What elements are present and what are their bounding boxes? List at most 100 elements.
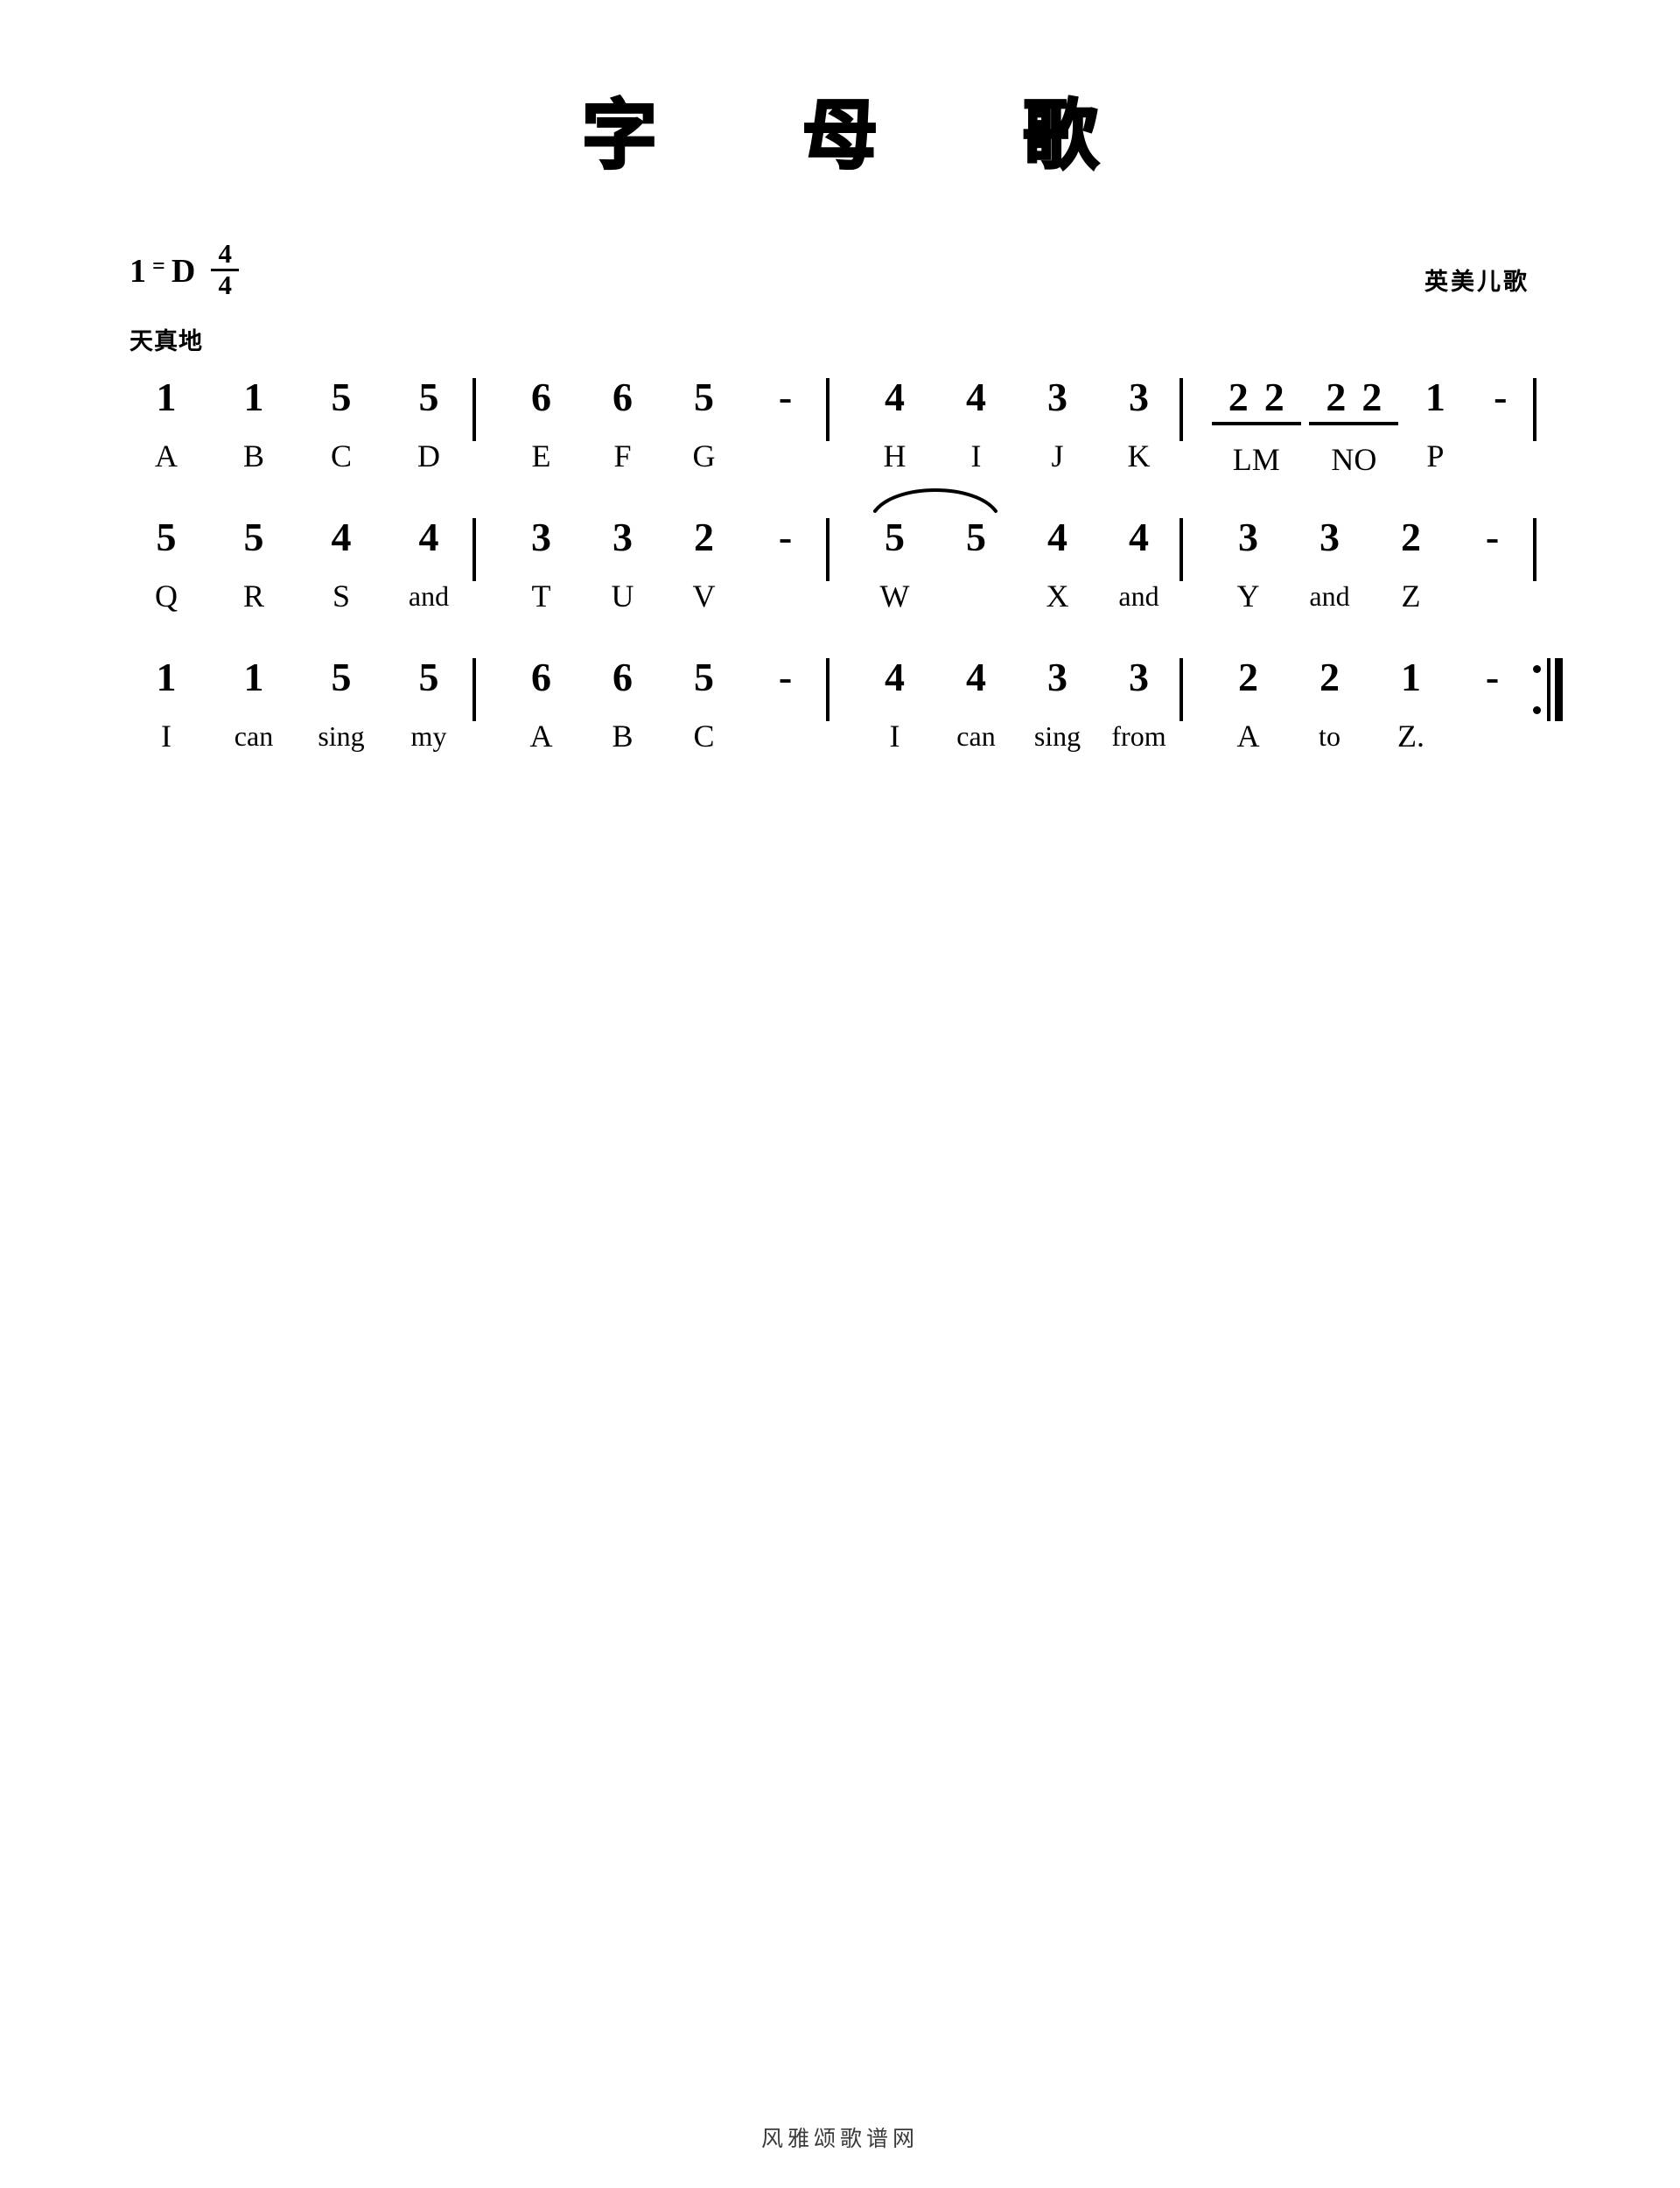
lyric-syllable: E bbox=[531, 438, 551, 473]
note-number: 2 bbox=[694, 515, 714, 559]
note-cell: 4 and bbox=[1098, 516, 1180, 613]
note-cell: 2 to bbox=[1289, 656, 1370, 753]
note-cell: 5 C bbox=[663, 655, 745, 754]
note-cell: 4 X bbox=[1017, 515, 1098, 614]
sheet-music-page: 字 母 歌 1 = D 4 4 天真地 英美儿歌 1 A 1 B 5 C 5 D… bbox=[0, 0, 1680, 2188]
lyric-syllable: X bbox=[1046, 579, 1069, 614]
note-number: 2 bbox=[1326, 375, 1347, 419]
lyric-syllable: Y bbox=[1236, 579, 1260, 614]
lyric-syllable: Z bbox=[1401, 579, 1421, 614]
note-cell: 1 B bbox=[210, 376, 298, 473]
note-cell: 4 H bbox=[854, 376, 935, 473]
measure-2-3: 5 W 5 4 X 4 and bbox=[830, 488, 1180, 614]
lyric-syllable: P bbox=[1426, 438, 1445, 473]
note-cell: 6 B bbox=[582, 656, 663, 754]
lyric-syllable: can bbox=[956, 720, 996, 752]
note-number: 4 bbox=[885, 655, 905, 699]
note-cell: 3 U bbox=[582, 516, 663, 614]
note-cell: 4 and bbox=[385, 516, 472, 613]
note-number: 2 bbox=[1264, 375, 1284, 419]
page-title: 字 母 歌 bbox=[581, 92, 1133, 179]
lyric-syllable: and bbox=[1118, 580, 1159, 612]
note-cell: 5 Q bbox=[122, 516, 210, 614]
note-cell: 4 I bbox=[935, 376, 1017, 473]
note-number: 4 bbox=[1129, 515, 1149, 559]
note-cell: - bbox=[745, 656, 826, 719]
note-cell: 5 sing bbox=[298, 656, 385, 753]
note-cell: 3 from bbox=[1098, 656, 1180, 753]
note-number: 5 bbox=[694, 655, 714, 699]
note-number: 4 bbox=[966, 655, 986, 699]
note-extend-dash: - bbox=[778, 655, 793, 699]
note-cell: 1 Z. bbox=[1370, 656, 1452, 754]
note-number: 3 bbox=[1238, 515, 1258, 559]
music-system-3: 1 I 1 can 5 sing 5 my 6 A 6 B 5 C - 4 I … bbox=[122, 656, 1566, 788]
lyric-syllable: V bbox=[692, 579, 716, 614]
lyric-syllable: LM bbox=[1232, 442, 1280, 477]
note-cell: 4 can bbox=[935, 656, 1017, 753]
beam-underline bbox=[1211, 422, 1301, 425]
note-number: 1 bbox=[243, 655, 264, 699]
note-cell: - bbox=[1452, 656, 1533, 719]
lyric-syllable: A bbox=[529, 719, 553, 754]
lyric-syllable: and bbox=[1309, 580, 1350, 612]
lyric-syllable: sing bbox=[318, 720, 365, 752]
note-cell: 5 bbox=[935, 516, 1017, 579]
note-number: 5 bbox=[966, 515, 986, 559]
lyric-syllable: W bbox=[879, 579, 910, 614]
measure-1-4: 2 2 LM 2 2 NO 1 P - bbox=[1183, 376, 1533, 476]
measure-2-2: 3 T 3 U 2 V - bbox=[476, 515, 826, 614]
note-cell: 6 A bbox=[500, 656, 582, 754]
music-system-2: 5 Q 5 R 4 S 4 and 3 T 3 U 2 V - 5 W 5 4 … bbox=[122, 488, 1566, 648]
time-signature-numerator: 4 bbox=[218, 238, 233, 269]
barline-end-of-line bbox=[1533, 518, 1536, 581]
barline-end-of-line bbox=[1533, 378, 1536, 441]
note-cell: 5 C bbox=[298, 376, 385, 473]
lyric-syllable: H bbox=[883, 438, 906, 473]
measure-row: 1 A 1 B 5 C 5 D 6 E 6 F 5 G - 4 H 4 I 3 … bbox=[122, 376, 1566, 508]
key-signature: 1 = D 4 4 bbox=[130, 238, 240, 299]
lyric-syllable: R bbox=[242, 579, 264, 614]
lyric-syllable: F bbox=[613, 438, 632, 473]
note-cell: 3 K bbox=[1098, 376, 1180, 473]
lyric-syllable: from bbox=[1111, 720, 1166, 752]
barline-thick bbox=[1555, 658, 1563, 721]
key-name: D bbox=[171, 253, 196, 291]
lyric-syllable: and bbox=[408, 580, 450, 612]
note-cell: - bbox=[1452, 516, 1533, 579]
lyric-syllable: A bbox=[1236, 719, 1260, 754]
measure-1-1: 1 A 1 B 5 C 5 D bbox=[122, 376, 472, 473]
note-cell: 2 Z bbox=[1370, 515, 1452, 614]
note-extend-dash: - bbox=[1485, 655, 1500, 699]
note-number: 2 bbox=[1401, 515, 1421, 559]
footer-watermark: 风雅颂歌谱网 bbox=[760, 2126, 919, 2151]
measure-3-1: 1 I 1 can 5 sing 5 my bbox=[122, 655, 472, 754]
note-cell: 3 J bbox=[1017, 376, 1098, 473]
beamed-numbers: 2 2 bbox=[1306, 376, 1404, 420]
note-cell: - bbox=[1468, 376, 1533, 439]
lyric-syllable: I bbox=[161, 719, 172, 754]
lyric-syllable: I bbox=[970, 438, 982, 473]
note-number: 4 bbox=[1047, 515, 1068, 559]
note-number: 2 bbox=[1320, 655, 1340, 699]
note-number: 2 bbox=[1238, 655, 1258, 699]
note-cell: 1 can bbox=[210, 656, 298, 753]
note-number: 1 bbox=[243, 375, 264, 419]
note-cell: 3 Y bbox=[1208, 515, 1289, 614]
expression-mark: 天真地 bbox=[130, 328, 203, 355]
note-cell: 4 I bbox=[854, 655, 935, 754]
key-equals-sign: = bbox=[152, 253, 165, 279]
lyric-syllable: A bbox=[155, 438, 178, 473]
note-number: 4 bbox=[418, 515, 439, 559]
repeat-dots-icon bbox=[1533, 665, 1541, 714]
lyric-syllable: K bbox=[1127, 438, 1151, 473]
lyric-syllable: Z. bbox=[1397, 719, 1424, 754]
measure-row: 5 Q 5 R 4 S 4 and 3 T 3 U 2 V - 5 W 5 4 … bbox=[122, 488, 1566, 648]
note-cell: 2 A bbox=[1208, 655, 1289, 754]
lyric-syllable: to bbox=[1319, 720, 1340, 752]
measure-2-1: 5 Q 5 R 4 S 4 and bbox=[122, 516, 472, 614]
composer-credit: 英美儿歌 bbox=[1424, 269, 1530, 296]
note-extend-dash: - bbox=[1485, 515, 1500, 559]
note-number: 1 bbox=[156, 655, 177, 699]
note-number: 6 bbox=[531, 375, 551, 419]
